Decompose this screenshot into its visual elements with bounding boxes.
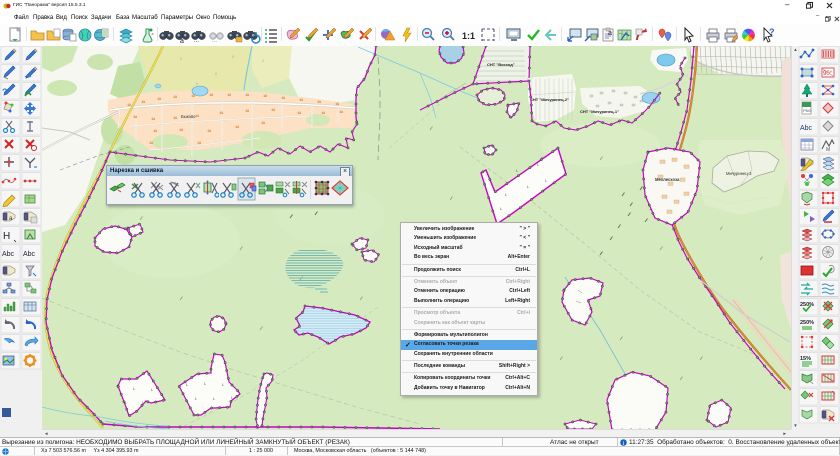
svg-text:II: II [180,57,182,61]
svg-text:Abc: Abc [2,251,15,258]
svg-text:Мехлесхоза: Мехлесхоза [655,177,680,182]
svg-text:15%: 15% [800,356,811,362]
svg-text:...: ... [212,38,217,44]
svg-text:СНТ "Восход": СНТ "Восход" [487,62,515,67]
svg-text:II: II [215,72,217,76]
svg-text:...: ... [194,38,199,44]
svg-text:Abc: Abc [23,251,36,258]
svg-text:250%: 250% [800,302,814,308]
svg-text:1:1: 1:1 [462,31,475,41]
svg-text:a: a [608,30,612,37]
svg-text:Быково: Быково [181,114,196,119]
svg-text:250%: 250% [800,320,814,326]
svg-text:Мичуринец-3: Мичуринец-3 [726,171,752,176]
svg-text:M: M [826,147,830,153]
svg-text:II: II [196,82,198,86]
svg-text:90°: 90° [823,71,833,77]
svg-text:a: a [180,38,184,45]
svg-text:II: II [262,59,264,63]
svg-text:PNG: PNG [803,108,812,113]
svg-text:?: ? [769,27,775,37]
svg-text:II: II [232,55,234,59]
svg-text:СНТ "Мичуринец-2": СНТ "Мичуринец-2" [530,97,569,102]
svg-text:СНТ "Мичуринец-1": СНТ "Мичуринец-1" [580,109,619,114]
svg-text:Abc: Abc [800,125,813,132]
svg-text:H: H [3,231,10,242]
